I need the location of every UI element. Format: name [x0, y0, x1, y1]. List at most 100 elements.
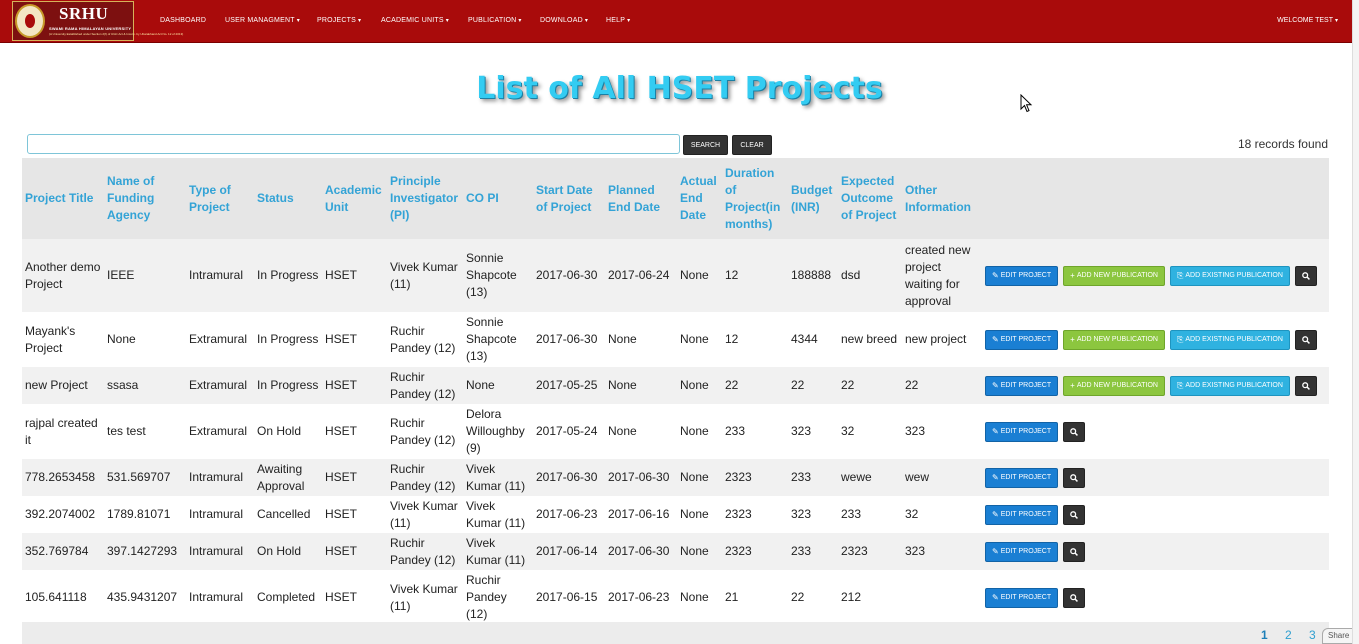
add-new-publication-button[interactable]: + ADD NEW PUBLICATION	[1063, 265, 1165, 286]
table-row: 778.2653458 531.569707 Intramural Awaiting …	[22, 459, 1329, 496]
projects-table-container: Project Title Name of Funding Agency Type …	[22, 158, 1329, 644]
edit-project-button[interactable]: ✎ EDIT PROJECT	[985, 329, 1059, 350]
attach-icon: ⎘	[1176, 335, 1184, 344]
cell-expected-outcome: dsd	[838, 239, 902, 312]
cell-actions: ✎ EDIT PROJECT	[982, 496, 1329, 533]
cell-start-date: 2017-06-23	[533, 496, 605, 533]
mouse-cursor-icon	[1020, 94, 1033, 113]
nav-academic-units-label: ACADEMIC UNITS	[381, 17, 444, 24]
cell-budget: 22	[788, 367, 838, 404]
plus-icon: +	[1070, 271, 1075, 280]
cell-principal-investigator: Vivek Kumar (11)	[387, 496, 463, 533]
nav-publication-label: PUBLICATION	[468, 17, 517, 24]
add-existing-publication-button[interactable]: ⎘ ADD EXISTING PUBLICATION	[1169, 329, 1290, 350]
nav-download[interactable]: DOWNLOAD ▾	[540, 17, 588, 24]
cell-academic-unit: HSET	[322, 570, 387, 625]
add-existing-publication-button[interactable]: ⎘ ADD EXISTING PUBLICATION	[1169, 375, 1290, 396]
vertical-scrollbar[interactable]	[1352, 0, 1359, 644]
edit-project-button[interactable]: ✎ EDIT PROJECT	[985, 541, 1059, 562]
view-project-button[interactable]	[1063, 504, 1086, 525]
cell-actions: ✎ EDIT PROJECT	[982, 404, 1329, 459]
nav-help[interactable]: HELP ▾	[606, 17, 630, 24]
view-project-button[interactable]	[1294, 375, 1317, 396]
edit-project-button-label: EDIT PROJECT	[1000, 272, 1052, 279]
clear-button[interactable]: CLEAR	[732, 135, 772, 155]
search-button[interactable]: SEARCH	[683, 135, 728, 155]
table-row: Another demo Project IEEE Intramural In Pro…	[22, 239, 1329, 312]
view-project-button[interactable]	[1063, 541, 1086, 562]
page-link-2[interactable]: 2	[1285, 628, 1292, 642]
plus-icon: +	[1070, 381, 1075, 390]
edit-project-button[interactable]: ✎ EDIT PROJECT	[985, 375, 1059, 396]
cell-funding-agency: 397.1427293	[104, 533, 186, 570]
cell-budget: 233	[788, 533, 838, 570]
cell-principal-investigator: Ruchir Pandey (12)	[387, 404, 463, 459]
cell-project-title: 352.769784	[22, 533, 104, 570]
logo-subtitle: (A University Established under Section …	[49, 32, 184, 36]
header-duration: Duration of Project(in months)	[722, 158, 788, 239]
cell-other-information: 323	[902, 533, 982, 570]
nav-academic-units[interactable]: ACADEMIC UNITS ▾	[381, 17, 449, 24]
view-project-button[interactable]	[1294, 329, 1317, 350]
view-project-button[interactable]	[1063, 421, 1086, 442]
cell-project-type: Intramural	[186, 459, 254, 496]
university-logo[interactable]: SRHU SWAMI RAMA HIMALAYAN UNIVERSITY (A …	[12, 1, 183, 41]
table-row: new Project ssasa Extramural In Progress HSE…	[22, 367, 1329, 404]
cell-principal-investigator: Ruchir Pandey (12)	[387, 459, 463, 496]
nav-dashboard[interactable]: DASHBOARD	[160, 17, 206, 24]
header-actions	[982, 158, 1329, 239]
add-existing-publication-button-label: ADD EXISTING PUBLICATION	[1185, 272, 1283, 279]
cell-project-title: Another demo Project	[22, 239, 104, 312]
page-link-3[interactable]: 3	[1309, 628, 1316, 642]
edit-project-button[interactable]: ✎ EDIT PROJECT	[985, 504, 1059, 525]
pencil-icon: ✎	[992, 510, 999, 519]
cell-other-information: wew	[902, 459, 982, 496]
edit-project-button[interactable]: ✎ EDIT PROJECT	[985, 265, 1059, 286]
edit-project-button[interactable]: ✎ EDIT PROJECT	[985, 467, 1059, 488]
cell-start-date: 2017-06-30	[533, 312, 605, 367]
search-icon	[1070, 547, 1079, 556]
view-project-button[interactable]	[1294, 265, 1317, 286]
cell-actual-end-date: None	[677, 496, 722, 533]
cell-principal-investigator: Vivek Kumar (11)	[387, 239, 463, 312]
cell-funding-agency: ssasa	[104, 367, 186, 404]
welcome-user-menu[interactable]: WELCOME TEST ▾	[1277, 17, 1338, 24]
table-body: Another demo Project IEEE Intramural In Pro…	[22, 239, 1329, 625]
view-project-button[interactable]	[1063, 587, 1086, 608]
cell-actions: ✎ EDIT PROJECT + ADD NEW PUBLICATION ⎘ ADD EX…	[982, 367, 1329, 404]
add-new-publication-button[interactable]: + ADD NEW PUBLICATION	[1063, 375, 1165, 396]
page-link-1[interactable]: 1	[1261, 628, 1268, 642]
header-academic-unit: Academic Unit	[322, 158, 387, 239]
nav-publication[interactable]: PUBLICATION ▾	[468, 17, 522, 24]
pencil-icon: ✎	[992, 335, 999, 344]
cell-funding-agency: None	[104, 312, 186, 367]
caret-down-icon: ▾	[445, 18, 449, 24]
search-icon	[1070, 473, 1079, 482]
add-new-publication-button-label: ADD NEW PUBLICATION	[1076, 336, 1158, 343]
edit-project-button[interactable]: ✎ EDIT PROJECT	[985, 421, 1059, 442]
cell-duration: 12	[722, 239, 788, 312]
cell-actions: ✎ EDIT PROJECT + ADD NEW PUBLICATION ⎘ ADD EX…	[982, 239, 1329, 312]
add-new-publication-button[interactable]: + ADD NEW PUBLICATION	[1063, 329, 1165, 350]
university-seal-icon	[15, 4, 45, 38]
cell-start-date: 2017-06-15	[533, 570, 605, 625]
search-icon	[1070, 427, 1079, 436]
cell-budget: 4344	[788, 312, 838, 367]
cell-actions: ✎ EDIT PROJECT	[982, 533, 1329, 570]
edit-project-button[interactable]: ✎ EDIT PROJECT	[985, 587, 1059, 608]
cell-planned-end-date: None	[605, 367, 677, 404]
caret-down-icon: ▾	[627, 18, 631, 24]
cell-academic-unit: HSET	[322, 367, 387, 404]
cell-actions: ✎ EDIT PROJECT + ADD NEW PUBLICATION ⎘ ADD EX…	[982, 312, 1329, 367]
cell-budget: 323	[788, 404, 838, 459]
nav-projects[interactable]: PROJECTS ▾	[317, 17, 361, 24]
nav-user-management[interactable]: USER MANAGMENT ▾	[225, 17, 300, 24]
add-existing-publication-button[interactable]: ⎘ ADD EXISTING PUBLICATION	[1169, 265, 1290, 286]
search-input[interactable]	[27, 134, 680, 154]
cell-project-type: Extramural	[186, 367, 254, 404]
cell-status: Cancelled	[254, 496, 322, 533]
pencil-icon: ✎	[992, 271, 999, 280]
header-status: Status	[254, 158, 322, 239]
view-project-button[interactable]	[1063, 467, 1086, 488]
cell-duration: 22	[722, 367, 788, 404]
